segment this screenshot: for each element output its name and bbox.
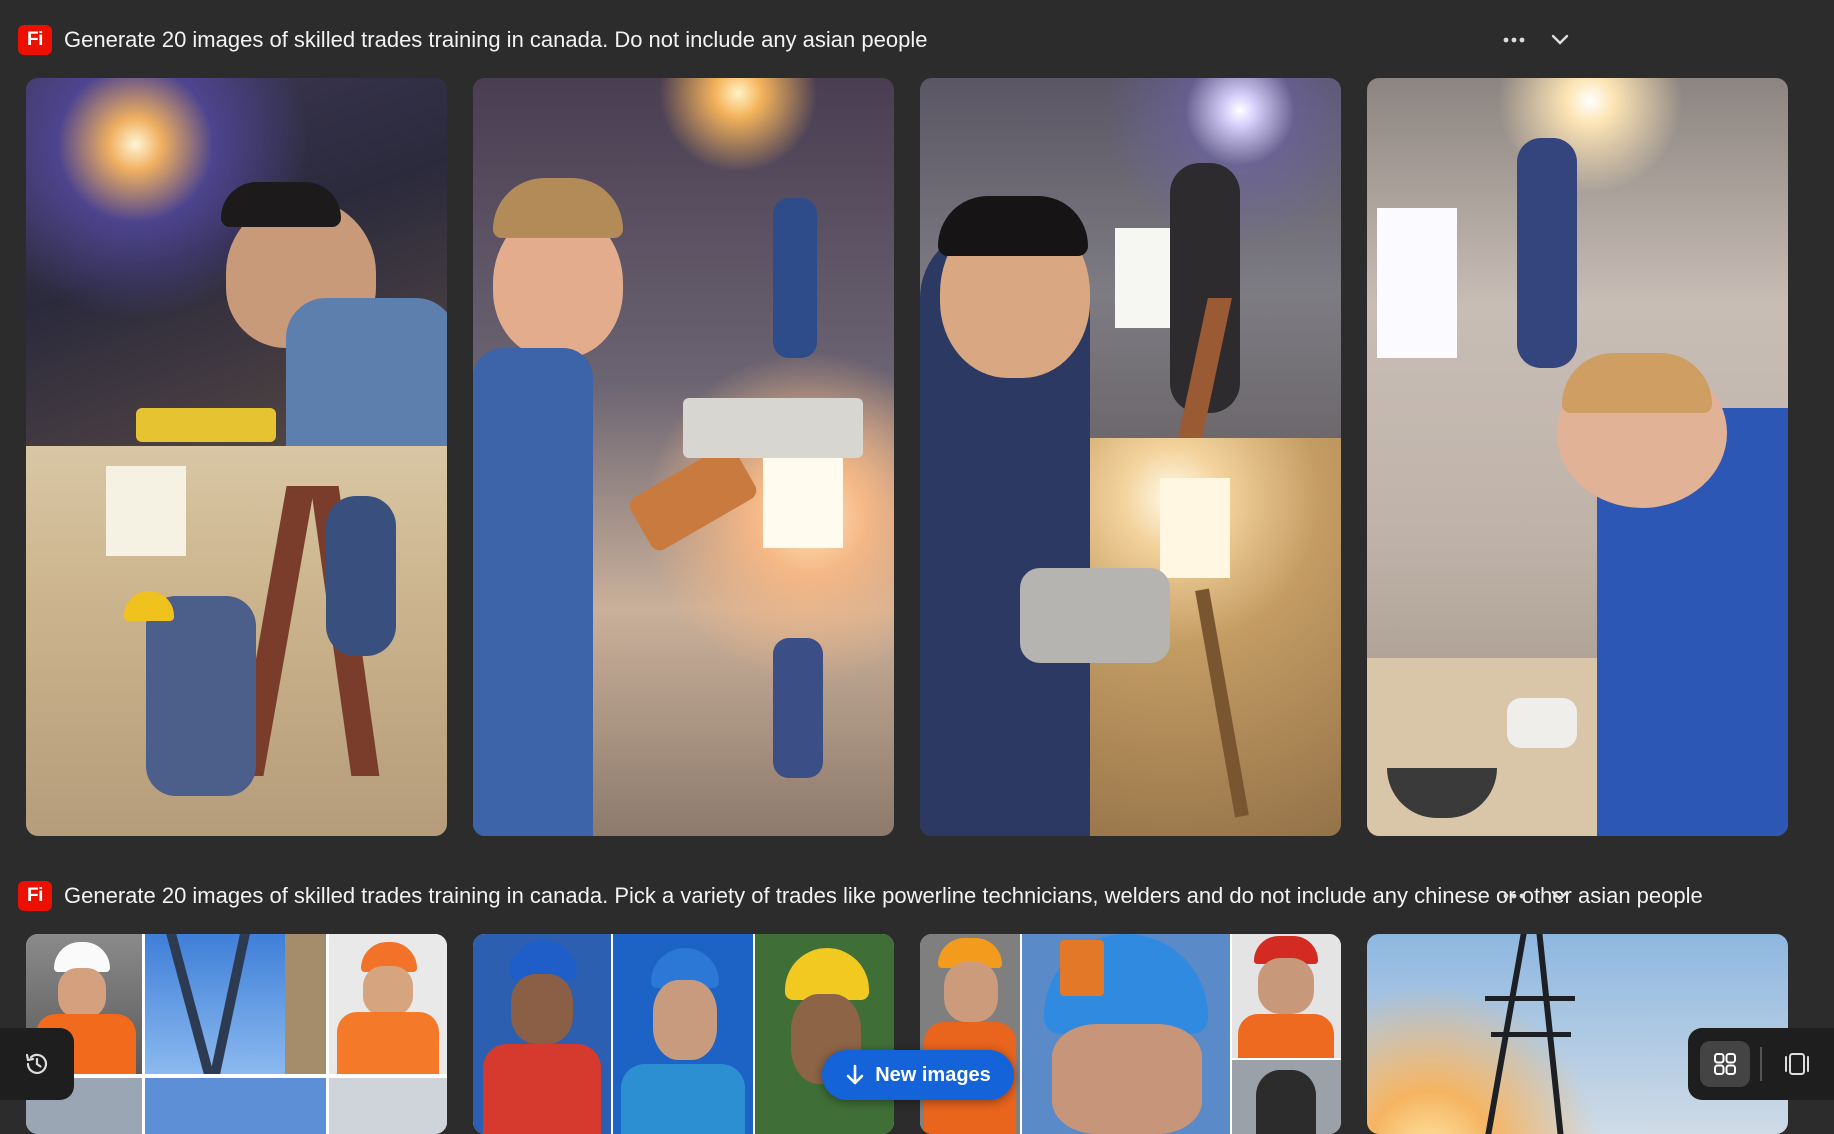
image-panel [613,934,753,1134]
image-grid [26,934,1788,1134]
firefly-logo: Fi [18,25,52,55]
arrow-down-icon [846,1064,864,1085]
image-panel-bottom [26,446,447,836]
new-images-button[interactable]: New images [822,1050,1014,1100]
firefly-logo: Fi [18,881,52,911]
collapse-button[interactable] [1540,878,1580,914]
view-switcher [1688,1028,1834,1100]
image-panel [145,934,326,1074]
divider [1760,1047,1762,1081]
more-icon [1503,37,1525,43]
collapse-button[interactable] [1540,22,1580,58]
image-panel [145,1078,326,1134]
chevron-down-icon [1551,890,1569,901]
generated-image-4[interactable] [1367,78,1788,836]
image-panel-top [26,78,447,446]
image-panel [1232,934,1341,1058]
generated-image-3[interactable] [920,934,1341,1134]
generated-image-1[interactable] [26,934,447,1134]
grid-view-icon [1714,1053,1736,1075]
image-panel-full [473,78,894,836]
more-options-button[interactable] [1494,22,1534,58]
image-panel [1232,1060,1341,1134]
history-button[interactable] [0,1028,74,1100]
image-panel-full [1367,78,1788,836]
single-view-button[interactable] [1772,1041,1822,1087]
image-panel [920,934,1020,1134]
image-panel [329,1078,447,1134]
prompt-text: Generate 20 images of skilled trades tra… [64,27,928,52]
new-images-label: New images [875,1063,991,1086]
history-icon [25,1053,48,1074]
generated-image-3[interactable] [920,78,1341,836]
more-icon [1503,893,1525,899]
grid-view-button[interactable] [1700,1041,1750,1087]
image-panel [473,934,611,1134]
generated-image-2[interactable] [473,934,894,1134]
generated-image-2[interactable] [473,78,894,836]
image-panel [1022,934,1230,1134]
single-view-icon [1785,1053,1809,1075]
generation-1: Fi Generate 20 images of skilled trades … [0,20,1834,860]
generated-image-1[interactable] [26,78,447,836]
image-grid [26,78,1788,836]
generation-header: Fi Generate 20 images of skilled trades … [0,876,1834,916]
chevron-down-icon [1551,34,1569,45]
image-panel [755,934,894,1134]
more-options-button[interactable] [1494,878,1534,914]
image-panel [329,934,447,1074]
generation-header: Fi Generate 20 images of skilled trades … [0,20,1834,60]
prompt-text: Generate 20 images of skilled trades tra… [64,883,1703,908]
